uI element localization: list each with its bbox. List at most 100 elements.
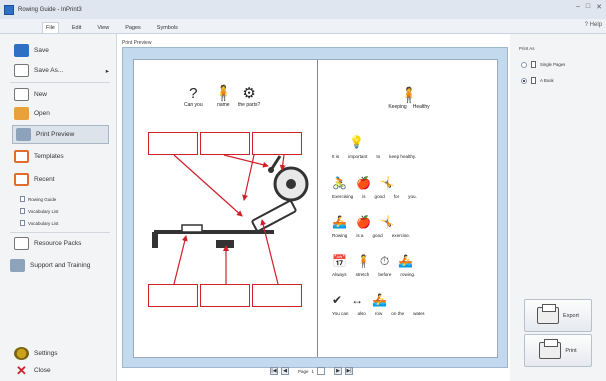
single-pages-radio[interactable] (521, 61, 527, 68)
templates-button[interactable]: Templates (14, 150, 64, 163)
book-option[interactable]: A Book (521, 77, 554, 84)
word: to (376, 154, 381, 159)
tab-file[interactable]: File (42, 22, 59, 33)
open-button[interactable]: Open (14, 107, 50, 120)
print-preview-label: Print Preview (36, 131, 75, 138)
word: before (378, 272, 392, 277)
word: water. (413, 311, 426, 316)
recent-file-name: Rowing Guide (28, 196, 57, 202)
sentence-symbols: 🚴 🍎 🤸 (332, 177, 395, 189)
previous-page-button[interactable]: ◀ (281, 367, 289, 375)
rowing-icon: 🚣 (332, 215, 347, 229)
also-icon: ↔ (351, 293, 364, 307)
print-preview-button[interactable]: Print Preview (12, 125, 109, 144)
document-icon (20, 208, 25, 214)
recent-file-name: Vocabulary List (28, 208, 59, 214)
recent-label: Recent (34, 176, 55, 183)
single-pages-option[interactable]: Single Pages (521, 61, 565, 68)
recent-file-item[interactable]: Rowing Guide (20, 196, 56, 202)
recent-file-item[interactable]: Vocabulary List (20, 220, 59, 226)
save-as-button[interactable]: Save As... ▸ (14, 64, 109, 77)
maximize-icon[interactable]: □ (586, 3, 590, 11)
print-preview-area[interactable]: ? Can you 🧍 name ⚙ the parts? 🧍 Keeping … (122, 47, 508, 368)
exercise-icon: 🤸 (379, 215, 395, 229)
word: good (374, 194, 385, 199)
page-label: Page (298, 368, 309, 374)
page-number-box[interactable] (317, 367, 326, 375)
word: for (393, 194, 400, 199)
recent-file-name: Vocabulary List (28, 220, 59, 226)
recent-button[interactable]: Recent (14, 173, 55, 186)
settings-button[interactable]: Settings (14, 347, 58, 360)
first-page-button[interactable]: |◀ (270, 367, 278, 375)
word: rowing. (400, 272, 416, 277)
templates-label: Templates (34, 153, 64, 160)
word: stretch (355, 272, 370, 277)
sentence-symbols: ✔ ↔ 🚣 (332, 294, 387, 306)
save-label: Save (34, 47, 49, 54)
word: good (372, 233, 383, 238)
tab-edit[interactable]: Edit (69, 23, 84, 33)
resource-packs-icon (14, 237, 29, 250)
new-document-icon (14, 88, 29, 101)
word: Rowing (332, 233, 348, 238)
before-clock-icon: ⏱ (379, 254, 390, 268)
resource-packs-label: Resource Packs (34, 240, 82, 247)
new-label: New (34, 91, 48, 98)
support-training-button[interactable]: Support and Training (10, 259, 90, 272)
can-icon: ✔ (332, 293, 343, 307)
print-button[interactable]: Print (524, 334, 592, 367)
word: You can (332, 311, 349, 316)
close-window-icon[interactable]: ✕ (596, 3, 602, 11)
next-page-button[interactable]: ▶ (334, 367, 343, 375)
book-radio[interactable] (521, 77, 527, 84)
close-label: Close (34, 367, 51, 374)
folder-icon (14, 107, 29, 120)
submenu-arrow-icon: ▸ (105, 67, 109, 75)
tab-symbols[interactable]: Symbols (154, 23, 181, 33)
support-icon (10, 259, 25, 272)
title-symbols: 🧍 Keeping Healthy (374, 88, 444, 111)
export-button[interactable]: Export (524, 299, 592, 332)
word: you. (408, 194, 417, 199)
word: It is (332, 154, 340, 159)
ribbon-tabs: File Edit View Pages Symbols ? Help (0, 19, 606, 34)
close-button[interactable]: ✕ Close (14, 364, 51, 377)
title-bar: Rowing Guide - InPrint3 – □ ✕ (0, 0, 606, 19)
sentence-symbols: 🚣 🍎 🤸 (332, 216, 395, 228)
export-pdf-icon (537, 304, 560, 324)
minimize-icon[interactable]: – (576, 3, 580, 11)
option-label: Single Pages (540, 62, 566, 67)
good-icon: 🍎 (355, 176, 371, 190)
export-label: Export (563, 312, 579, 319)
word: Exercising (332, 194, 354, 199)
print-preview-icon (16, 128, 31, 141)
new-button[interactable]: New (14, 88, 47, 101)
good-icon: 🍎 (355, 215, 371, 229)
sentence-symbols: 💡 (349, 136, 364, 148)
help-button[interactable]: ? Help (585, 22, 602, 28)
sentence-line: You can also row on the water. (332, 311, 425, 316)
sentence-symbols: 📅 🧍 ⏱ 🚣 (332, 255, 413, 267)
printer-icon (539, 339, 562, 359)
recent-file-item[interactable]: Vocabulary List (20, 208, 59, 214)
tab-pages[interactable]: Pages (122, 23, 144, 33)
app-icon (4, 4, 14, 15)
idea-icon: 💡 (349, 135, 364, 149)
support-label: Support and Training (30, 262, 91, 269)
sentence-line: Rowing is a good exercise. (332, 233, 410, 238)
file-menu-sidebar: Save Save As... ▸ New Open Print Preview… (0, 34, 117, 381)
title-word: Keeping (388, 104, 407, 110)
templates-icon (14, 150, 29, 163)
word: keep healthy. (389, 154, 417, 159)
save-icon (14, 44, 29, 57)
tab-view[interactable]: View (94, 23, 112, 33)
resource-packs-button[interactable]: Resource Packs (14, 237, 81, 250)
document-icon (20, 196, 25, 202)
last-page-button[interactable]: ▶| (345, 367, 354, 375)
word: exercise. (391, 233, 411, 238)
page-number-input[interactable]: 1 (312, 369, 315, 374)
save-button[interactable]: Save (14, 44, 49, 57)
settings-label: Settings (34, 350, 58, 357)
book-icon (531, 77, 536, 84)
